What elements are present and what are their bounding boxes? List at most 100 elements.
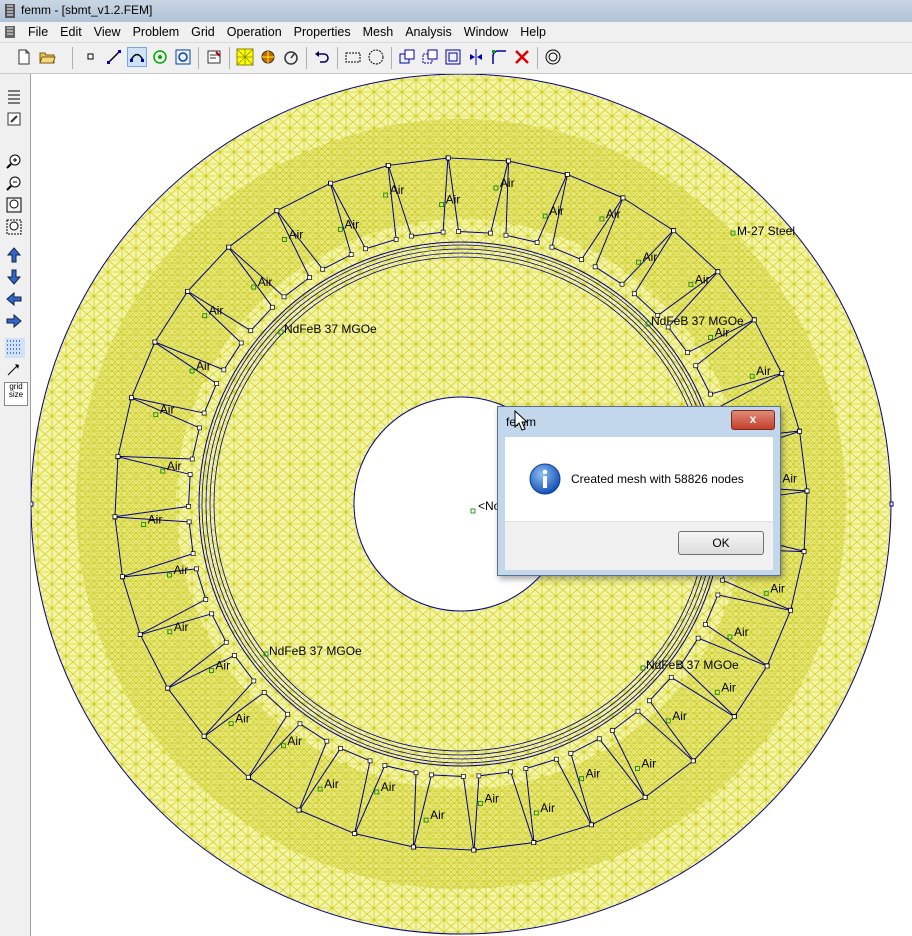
delete-icon[interactable] bbox=[512, 47, 532, 67]
slot-node bbox=[363, 246, 368, 252]
slot-node bbox=[797, 429, 802, 434]
move-icon[interactable] bbox=[420, 47, 440, 67]
menu-window[interactable]: Window bbox=[458, 24, 514, 40]
dialog-body: Created mesh with 58826 nodes bbox=[505, 437, 773, 521]
air-label: Air bbox=[484, 791, 499, 805]
menu-view[interactable]: View bbox=[88, 24, 127, 40]
steel-label: M-27 Steel bbox=[737, 224, 795, 238]
menu-problem[interactable]: Problem bbox=[127, 24, 186, 40]
slot-node bbox=[456, 229, 461, 234]
femm-app-icon[interactable] bbox=[3, 3, 17, 19]
air-label: Air bbox=[148, 513, 163, 527]
properties-icon[interactable] bbox=[204, 47, 224, 67]
slot-node bbox=[779, 371, 785, 377]
slot-node bbox=[245, 774, 251, 780]
open-file-icon[interactable] bbox=[37, 47, 57, 67]
slot-node bbox=[631, 291, 637, 297]
menu-file[interactable]: File bbox=[22, 24, 54, 40]
menu-properties[interactable]: Properties bbox=[288, 24, 357, 40]
undo-icon[interactable] bbox=[312, 47, 332, 67]
slot-node bbox=[715, 269, 721, 275]
slot-node bbox=[281, 294, 287, 300]
menu-grid[interactable]: Grid bbox=[185, 24, 221, 40]
zoom-in-icon[interactable] bbox=[5, 152, 25, 172]
slot-node bbox=[120, 574, 125, 579]
slot-node bbox=[751, 317, 757, 323]
group-mode-icon[interactable] bbox=[173, 47, 193, 67]
slot-node bbox=[165, 685, 171, 691]
message-dialog: femm x Created mesh with 58826 nodes OK bbox=[497, 406, 781, 576]
snap-grid-icon[interactable] bbox=[5, 360, 25, 380]
slot-node bbox=[685, 350, 690, 355]
view-results-icon[interactable] bbox=[281, 47, 301, 67]
segment-mode-icon[interactable] bbox=[104, 47, 124, 67]
slot-node bbox=[534, 240, 540, 245]
slot-node bbox=[197, 425, 202, 431]
slot-node bbox=[285, 711, 291, 717]
copy-icon[interactable] bbox=[397, 47, 417, 67]
slot-node bbox=[413, 770, 419, 776]
slot-node bbox=[411, 844, 416, 850]
zoom-natural-icon[interactable] bbox=[5, 218, 25, 238]
slot-node bbox=[129, 395, 134, 400]
view-toolbar: grid size bbox=[0, 74, 31, 936]
fillet-icon[interactable] bbox=[489, 47, 509, 67]
slot-node bbox=[152, 339, 158, 345]
slot-node bbox=[476, 773, 482, 779]
block-mode-icon[interactable] bbox=[150, 47, 170, 67]
scale-icon[interactable] bbox=[443, 47, 463, 67]
pan-down-icon[interactable] bbox=[5, 268, 25, 288]
zoom-window-icon[interactable] bbox=[5, 196, 25, 216]
node-mode-icon[interactable] bbox=[81, 47, 101, 67]
circle-target-icon[interactable] bbox=[543, 47, 563, 67]
menu-help[interactable]: Help bbox=[514, 24, 552, 40]
show-props-icon[interactable] bbox=[5, 88, 25, 108]
slot-node bbox=[690, 758, 696, 764]
run-analysis-icon[interactable] bbox=[258, 47, 278, 67]
air-label: Air bbox=[174, 563, 189, 577]
slot-node bbox=[238, 340, 244, 346]
slot-node bbox=[503, 232, 509, 238]
mirror-icon[interactable] bbox=[466, 47, 486, 67]
document-icon[interactable] bbox=[4, 25, 16, 39]
ok-button[interactable]: OK bbox=[678, 531, 764, 555]
slot-node bbox=[328, 180, 334, 186]
air-label: Air bbox=[287, 734, 302, 748]
air-label: Air bbox=[430, 808, 445, 822]
show-grid-icon[interactable] bbox=[5, 338, 25, 358]
pan-left-icon[interactable] bbox=[5, 290, 25, 310]
select-rectangle-icon[interactable] bbox=[343, 47, 363, 67]
menu-edit[interactable]: Edit bbox=[54, 24, 88, 40]
slot-node bbox=[232, 653, 237, 658]
grid-size-button[interactable]: grid size bbox=[4, 382, 28, 406]
menu-items: File Edit View Problem Grid Operation Properti… bbox=[22, 24, 552, 40]
magnet-label: NdFeB 37 MGOe bbox=[646, 658, 739, 672]
zoom-out-icon[interactable] bbox=[5, 174, 25, 194]
slot-node bbox=[568, 751, 574, 756]
new-file-icon[interactable] bbox=[14, 47, 34, 67]
slot-node bbox=[588, 822, 594, 828]
air-label: Air bbox=[324, 777, 339, 791]
slot-node bbox=[788, 608, 793, 613]
slot-node bbox=[307, 275, 312, 280]
slot-node bbox=[348, 252, 354, 257]
window-title: femm - [sbmt_v1.2.FEM] bbox=[21, 3, 153, 17]
outer-node bbox=[31, 501, 34, 507]
select-circle-icon[interactable] bbox=[366, 47, 386, 67]
slot-node bbox=[320, 266, 326, 272]
create-mesh-icon[interactable] bbox=[235, 47, 255, 67]
menu-analysis[interactable]: Analysis bbox=[399, 24, 458, 40]
dialog-close-button[interactable]: x bbox=[731, 410, 775, 430]
dialog-message: Created mesh with 58826 nodes bbox=[571, 472, 744, 486]
slot-node bbox=[209, 611, 214, 617]
arc-mode-icon[interactable] bbox=[127, 47, 147, 67]
air-label: Air bbox=[549, 204, 564, 218]
slot-node bbox=[610, 728, 615, 733]
menu-bar: File Edit View Problem Grid Operation Properti… bbox=[0, 22, 912, 43]
pan-right-icon[interactable] bbox=[5, 312, 25, 332]
slot-node bbox=[274, 208, 280, 214]
menu-mesh[interactable]: Mesh bbox=[357, 24, 400, 40]
menu-operation[interactable]: Operation bbox=[221, 24, 288, 40]
edit-props-icon[interactable] bbox=[5, 110, 25, 130]
pan-up-icon[interactable] bbox=[5, 246, 25, 266]
